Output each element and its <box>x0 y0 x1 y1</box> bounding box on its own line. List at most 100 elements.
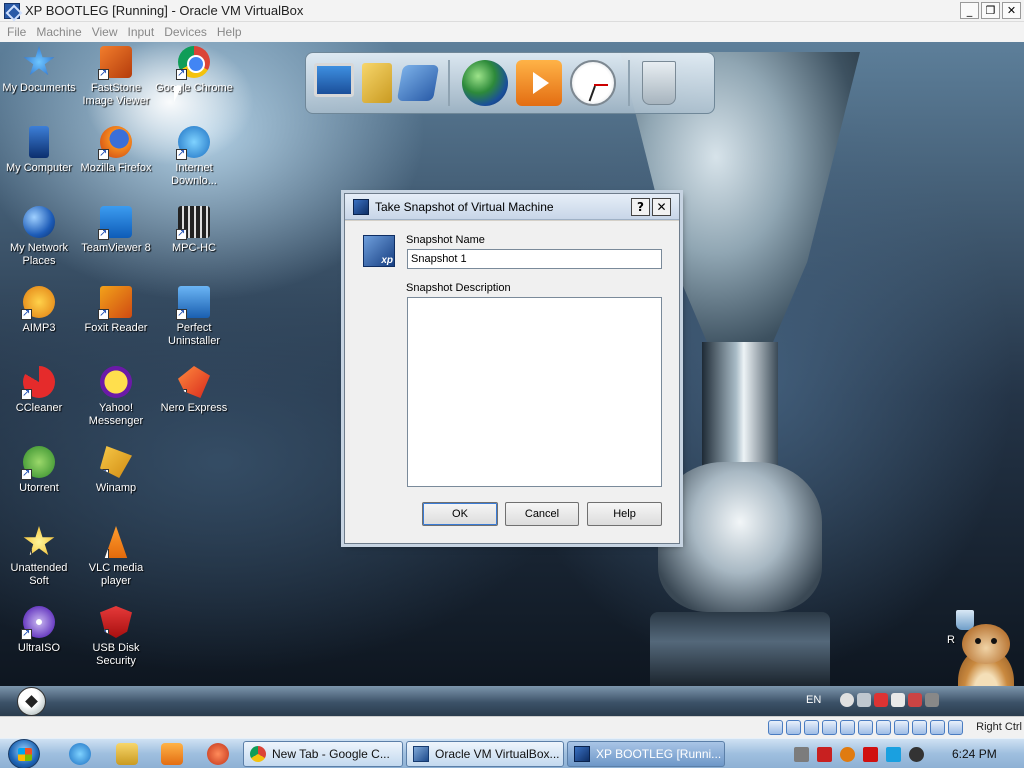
desktop-icon-vlc[interactable]: VLC media player <box>77 526 155 588</box>
tray-shield-icon[interactable] <box>874 693 888 707</box>
desktop-icon-my-documents[interactable]: My Documents <box>0 46 78 95</box>
desktop-icon-label: My Documents <box>2 82 76 94</box>
start-button[interactable] <box>8 739 40 768</box>
desktop-icon-aimp[interactable]: AIMP3 <box>0 286 78 335</box>
taskbar-button-virtualbox-manager[interactable]: Oracle VM VirtualBox... <box>406 741 564 767</box>
recycle-bin-icon[interactable] <box>642 61 676 105</box>
desktop-icon-winamp[interactable]: Winamp <box>77 446 155 495</box>
taskbar-button-xp-bootleg[interactable]: XP BOOTLEG [Runni... <box>567 741 725 767</box>
desktop-icon-internet-download-manager[interactable]: Internet Downlo... <box>155 126 233 188</box>
desktop-icon-chrome[interactable]: Google Chrome <box>155 46 233 95</box>
soccer-ball-start-icon[interactable] <box>17 687 46 716</box>
winamp-icon <box>100 446 132 478</box>
cancel-button[interactable]: Cancel <box>505 502 579 526</box>
dialog-help-button[interactable]: ? <box>631 198 650 216</box>
globe-icon[interactable] <box>462 60 508 106</box>
desktop-icon-faststone[interactable]: FastStone Image Viewer <box>77 46 155 108</box>
dock-separator <box>628 60 630 106</box>
video-capture-icon[interactable] <box>894 720 909 735</box>
tray-display-icon[interactable] <box>886 747 901 762</box>
shared-folders-icon[interactable] <box>858 720 873 735</box>
ok-button[interactable]: OK <box>422 502 498 526</box>
language-indicator[interactable]: EN <box>806 694 821 706</box>
aimp-icon <box>21 286 55 320</box>
desktop-icon-label: My Computer <box>5 162 73 174</box>
tray-check-icon[interactable] <box>817 747 832 762</box>
desktop-icon-mpc-hc[interactable]: MPC-HC <box>155 206 233 255</box>
tray-search-icon[interactable] <box>840 747 855 762</box>
mouse-integration-icon[interactable] <box>930 720 945 735</box>
taskbar-button-label: New Tab - Google C... <box>272 747 390 761</box>
tray-volume-icon[interactable] <box>891 693 905 707</box>
hard-disk-icon[interactable] <box>768 720 783 735</box>
faststone-icon <box>98 46 132 80</box>
window-titlebar: XP BOOTLEG [Running] - Oracle VM Virtual… <box>0 0 1024 22</box>
desktop-icon-perfect-uninstaller[interactable]: Perfect Uninstaller <box>155 286 233 348</box>
dialog-close-button[interactable]: ✕ <box>652 198 671 216</box>
windows-explorer-icon[interactable] <box>116 743 138 765</box>
desktop-icon-nero[interactable]: Nero Express <box>155 366 233 415</box>
desktop-icon-unattended-soft[interactable]: Unattended Soft <box>0 526 78 588</box>
internet-download-manager-icon <box>176 126 210 160</box>
snapshot-name-input[interactable] <box>407 249 662 269</box>
guest-taskbar: EN <box>0 686 1024 716</box>
desktop-icon-ultraiso[interactable]: UltraISO <box>0 606 78 655</box>
snapshot-description-input[interactable] <box>407 297 662 487</box>
desktop-icon-teamviewer[interactable]: TeamViewer 8 <box>77 206 155 255</box>
monitor-icon[interactable] <box>314 63 354 97</box>
menu-input[interactable]: Input <box>123 25 160 39</box>
desktop-icon-label: Unattended Soft <box>10 562 68 587</box>
keyboard-icon[interactable] <box>948 720 963 735</box>
window-title: XP BOOTLEG [Running] - Oracle VM Virtual… <box>25 3 304 18</box>
help-button[interactable]: Help <box>587 502 662 526</box>
desktop-icon-firefox[interactable]: Mozilla Firefox <box>77 126 155 175</box>
host-taskbar: New Tab - Google C... Oracle VM VirtualB… <box>0 738 1024 768</box>
paint-icon[interactable] <box>207 743 229 765</box>
tray-flag-icon[interactable] <box>863 747 878 762</box>
tray-antivirus-icon[interactable] <box>908 693 922 707</box>
menu-view[interactable]: View <box>87 25 123 39</box>
close-button[interactable]: ✕ <box>1002 2 1021 19</box>
teamviewer-icon <box>98 206 132 240</box>
tray-generic-icon[interactable] <box>925 693 939 707</box>
logo-text: xp <box>381 255 393 266</box>
desktop-icon-network-places[interactable]: My Network Places <box>0 206 78 268</box>
desktop-icon-foxit[interactable]: Foxit Reader <box>77 286 155 335</box>
media-player-icon[interactable] <box>516 60 562 106</box>
minimize-button[interactable]: _ <box>960 2 979 19</box>
usb-icon[interactable] <box>840 720 855 735</box>
audio-icon[interactable] <box>804 720 819 735</box>
desktop-icon-ccleaner[interactable]: CCleaner <box>0 366 78 415</box>
menu-devices[interactable]: Devices <box>159 25 212 39</box>
desktop-icon-yahoo-messenger[interactable]: Yahoo! Messenger <box>77 366 155 428</box>
take-snapshot-dialog: Take Snapshot of Virtual Machine ? ✕ xp … <box>344 193 680 544</box>
folder-icon[interactable] <box>362 63 392 103</box>
menu-help[interactable]: Help <box>212 25 247 39</box>
desktop-icon-my-computer[interactable]: My Computer <box>0 126 78 175</box>
dock-separator <box>448 60 450 106</box>
desktop-icon-usb-disk-security[interactable]: USB Disk Security <box>77 606 155 668</box>
virtualbox-icon <box>413 746 429 762</box>
usb-disk-security-icon <box>100 606 132 638</box>
restore-button[interactable]: ❐ <box>981 2 1000 19</box>
menu-file[interactable]: File <box>2 25 31 39</box>
optical-drive-icon[interactable] <box>786 720 801 735</box>
tray-network-icon[interactable] <box>857 693 871 707</box>
display-icon[interactable] <box>876 720 891 735</box>
virtualization-icon[interactable] <box>912 720 927 735</box>
tray-app-icon[interactable] <box>794 747 809 762</box>
tray-volume-icon[interactable] <box>909 747 924 762</box>
taskbar-button-chrome[interactable]: New Tab - Google C... <box>243 741 403 767</box>
unattended-soft-icon <box>23 526 55 556</box>
menu-machine[interactable]: Machine <box>31 25 86 39</box>
desktop-icon-utorrent[interactable]: Utorrent <box>0 446 78 495</box>
network-adapter-icon[interactable] <box>822 720 837 735</box>
network-icon[interactable] <box>396 65 440 101</box>
media-player-icon[interactable] <box>161 743 183 765</box>
mouse-cursor-icon <box>174 86 182 102</box>
internet-explorer-icon[interactable] <box>69 743 91 765</box>
clock[interactable]: 6:24 PM <box>952 747 997 761</box>
clock-icon[interactable] <box>570 60 616 106</box>
tray-status-icon[interactable] <box>840 693 854 707</box>
vbox-device-icons <box>768 720 963 735</box>
